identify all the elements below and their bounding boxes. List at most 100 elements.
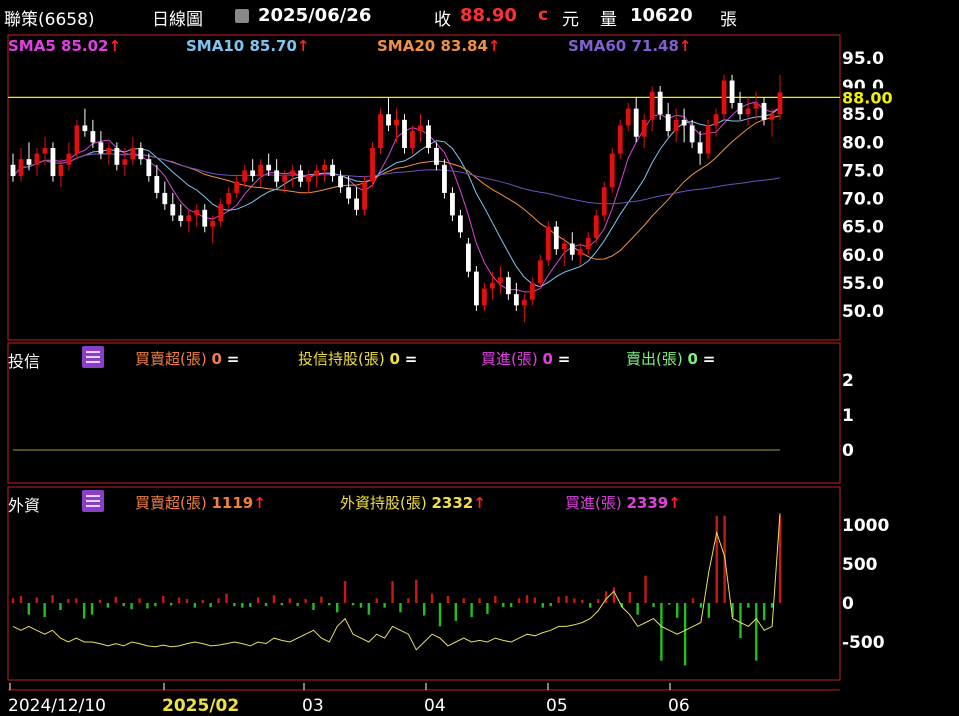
- foreign-net-bar: [249, 603, 252, 607]
- foreign-net-bar: [747, 603, 750, 608]
- foreign-net-bar: [391, 581, 394, 603]
- candle-body: [362, 181, 367, 210]
- foreign-net-bar: [11, 598, 15, 603]
- foreign-net-bar: [596, 599, 600, 603]
- foreign-net-bar: [422, 603, 426, 616]
- foreign-net-bar: [225, 593, 228, 603]
- foreign-y-tick: 1000: [842, 516, 889, 536]
- foreign-net-bar: [75, 598, 78, 603]
- candle-body: [617, 125, 623, 154]
- candle-body: [521, 299, 527, 306]
- candle-body: [74, 125, 80, 154]
- candle-body: [609, 153, 615, 188]
- candle-body: [394, 119, 399, 126]
- candle-body: [681, 119, 687, 126]
- foreign-net-bar: [130, 603, 133, 610]
- foreign-net-bar: [517, 598, 521, 603]
- foreign-net-bar: [51, 595, 54, 603]
- price-y-tick: 70.0: [842, 190, 884, 210]
- candle-body: [186, 215, 192, 222]
- candle-body: [194, 209, 200, 216]
- price-y-tick: 95.0: [842, 49, 884, 69]
- candle-body: [146, 159, 152, 177]
- candle-body: [625, 108, 631, 126]
- foreign-net-bar: [541, 603, 544, 608]
- foreign-net-bar: [533, 597, 537, 603]
- foreign-net-bar: [383, 603, 386, 608]
- candle-body: [753, 102, 759, 109]
- candle-body: [242, 170, 248, 182]
- foreign-net-bar: [90, 603, 94, 615]
- foreign-net-bar: [27, 603, 31, 615]
- candle-body: [354, 198, 359, 210]
- candle-body: [66, 153, 72, 165]
- x-axis-tick: 2024/12/10: [8, 696, 106, 716]
- foreign-net-bar: [312, 603, 315, 611]
- x-axis-tick: 03: [302, 696, 324, 716]
- foreign-net-bar: [19, 595, 23, 603]
- foreign-net-bar: [755, 603, 758, 661]
- candle-body: [170, 204, 176, 216]
- candle-body: [138, 147, 144, 160]
- foreign-net-bar: [106, 603, 110, 608]
- candle-body: [58, 164, 64, 177]
- foreign-net-bar: [557, 596, 560, 603]
- candle-body: [737, 102, 743, 115]
- foreign-net-bar: [67, 599, 70, 603]
- candle-body: [466, 243, 471, 272]
- candle-body: [585, 237, 591, 250]
- foreign-net-bar: [162, 595, 165, 603]
- foreign-net-bar: [288, 598, 291, 603]
- foreign-net-bar: [82, 603, 86, 619]
- candle-body: [777, 92, 783, 115]
- candle-body: [322, 164, 327, 171]
- foreign-net-bar: [486, 603, 489, 614]
- foreign-net-bar: [652, 603, 655, 607]
- candle-body: [234, 181, 240, 193]
- foreign-net-bar: [177, 597, 181, 603]
- foreign-net-bar: [715, 515, 718, 603]
- candle-body: [434, 147, 439, 165]
- candle-body: [50, 147, 56, 177]
- foreign-net-bar: [114, 596, 117, 603]
- foreign-y-tick: 500: [842, 555, 878, 575]
- foreign-net-bar: [549, 603, 552, 607]
- foreign-net-bar: [320, 596, 323, 603]
- chart-canvas[interactable]: 95.090.085.080.075.070.065.060.055.050.0…: [0, 0, 959, 716]
- foreign-net-bar: [762, 603, 766, 621]
- candle-body: [689, 125, 695, 143]
- candle-body: [529, 282, 535, 300]
- foreign-net-bar: [98, 599, 102, 603]
- foreign-net-bar: [573, 598, 576, 603]
- foreign-net-bar: [565, 595, 568, 603]
- candle-body: [378, 114, 383, 148]
- candle-body: [178, 215, 184, 222]
- foreign-net-bar: [462, 598, 465, 603]
- candle-body: [705, 125, 711, 154]
- trust-panel-frame: [7, 342, 841, 484]
- candle-body: [745, 108, 751, 115]
- candle-body: [673, 119, 679, 132]
- candle-body: [410, 131, 415, 148]
- foreign-net-bar: [660, 603, 663, 661]
- candle-body: [306, 176, 312, 182]
- foreign-net-bar: [351, 603, 355, 606]
- foreign-net-bar: [699, 603, 703, 608]
- candle-body: [761, 102, 767, 120]
- candle-body: [657, 91, 663, 115]
- candle-body: [218, 204, 224, 222]
- foreign-net-bar: [636, 603, 639, 615]
- foreign-net-bar: [209, 603, 212, 607]
- price-y-tick: 75.0: [842, 161, 884, 181]
- candle-body: [386, 114, 391, 126]
- foreign-net-bar: [201, 599, 204, 603]
- candle-body: [298, 170, 304, 182]
- foreign-net-bar: [628, 592, 631, 603]
- candle-body: [697, 142, 703, 154]
- candle-body: [314, 170, 320, 177]
- foreign-net-bar: [233, 603, 236, 607]
- foreign-net-bar: [272, 595, 276, 603]
- sma60-line: [12, 153, 781, 205]
- foreign-net-bar: [470, 603, 473, 618]
- candle-body: [402, 119, 407, 148]
